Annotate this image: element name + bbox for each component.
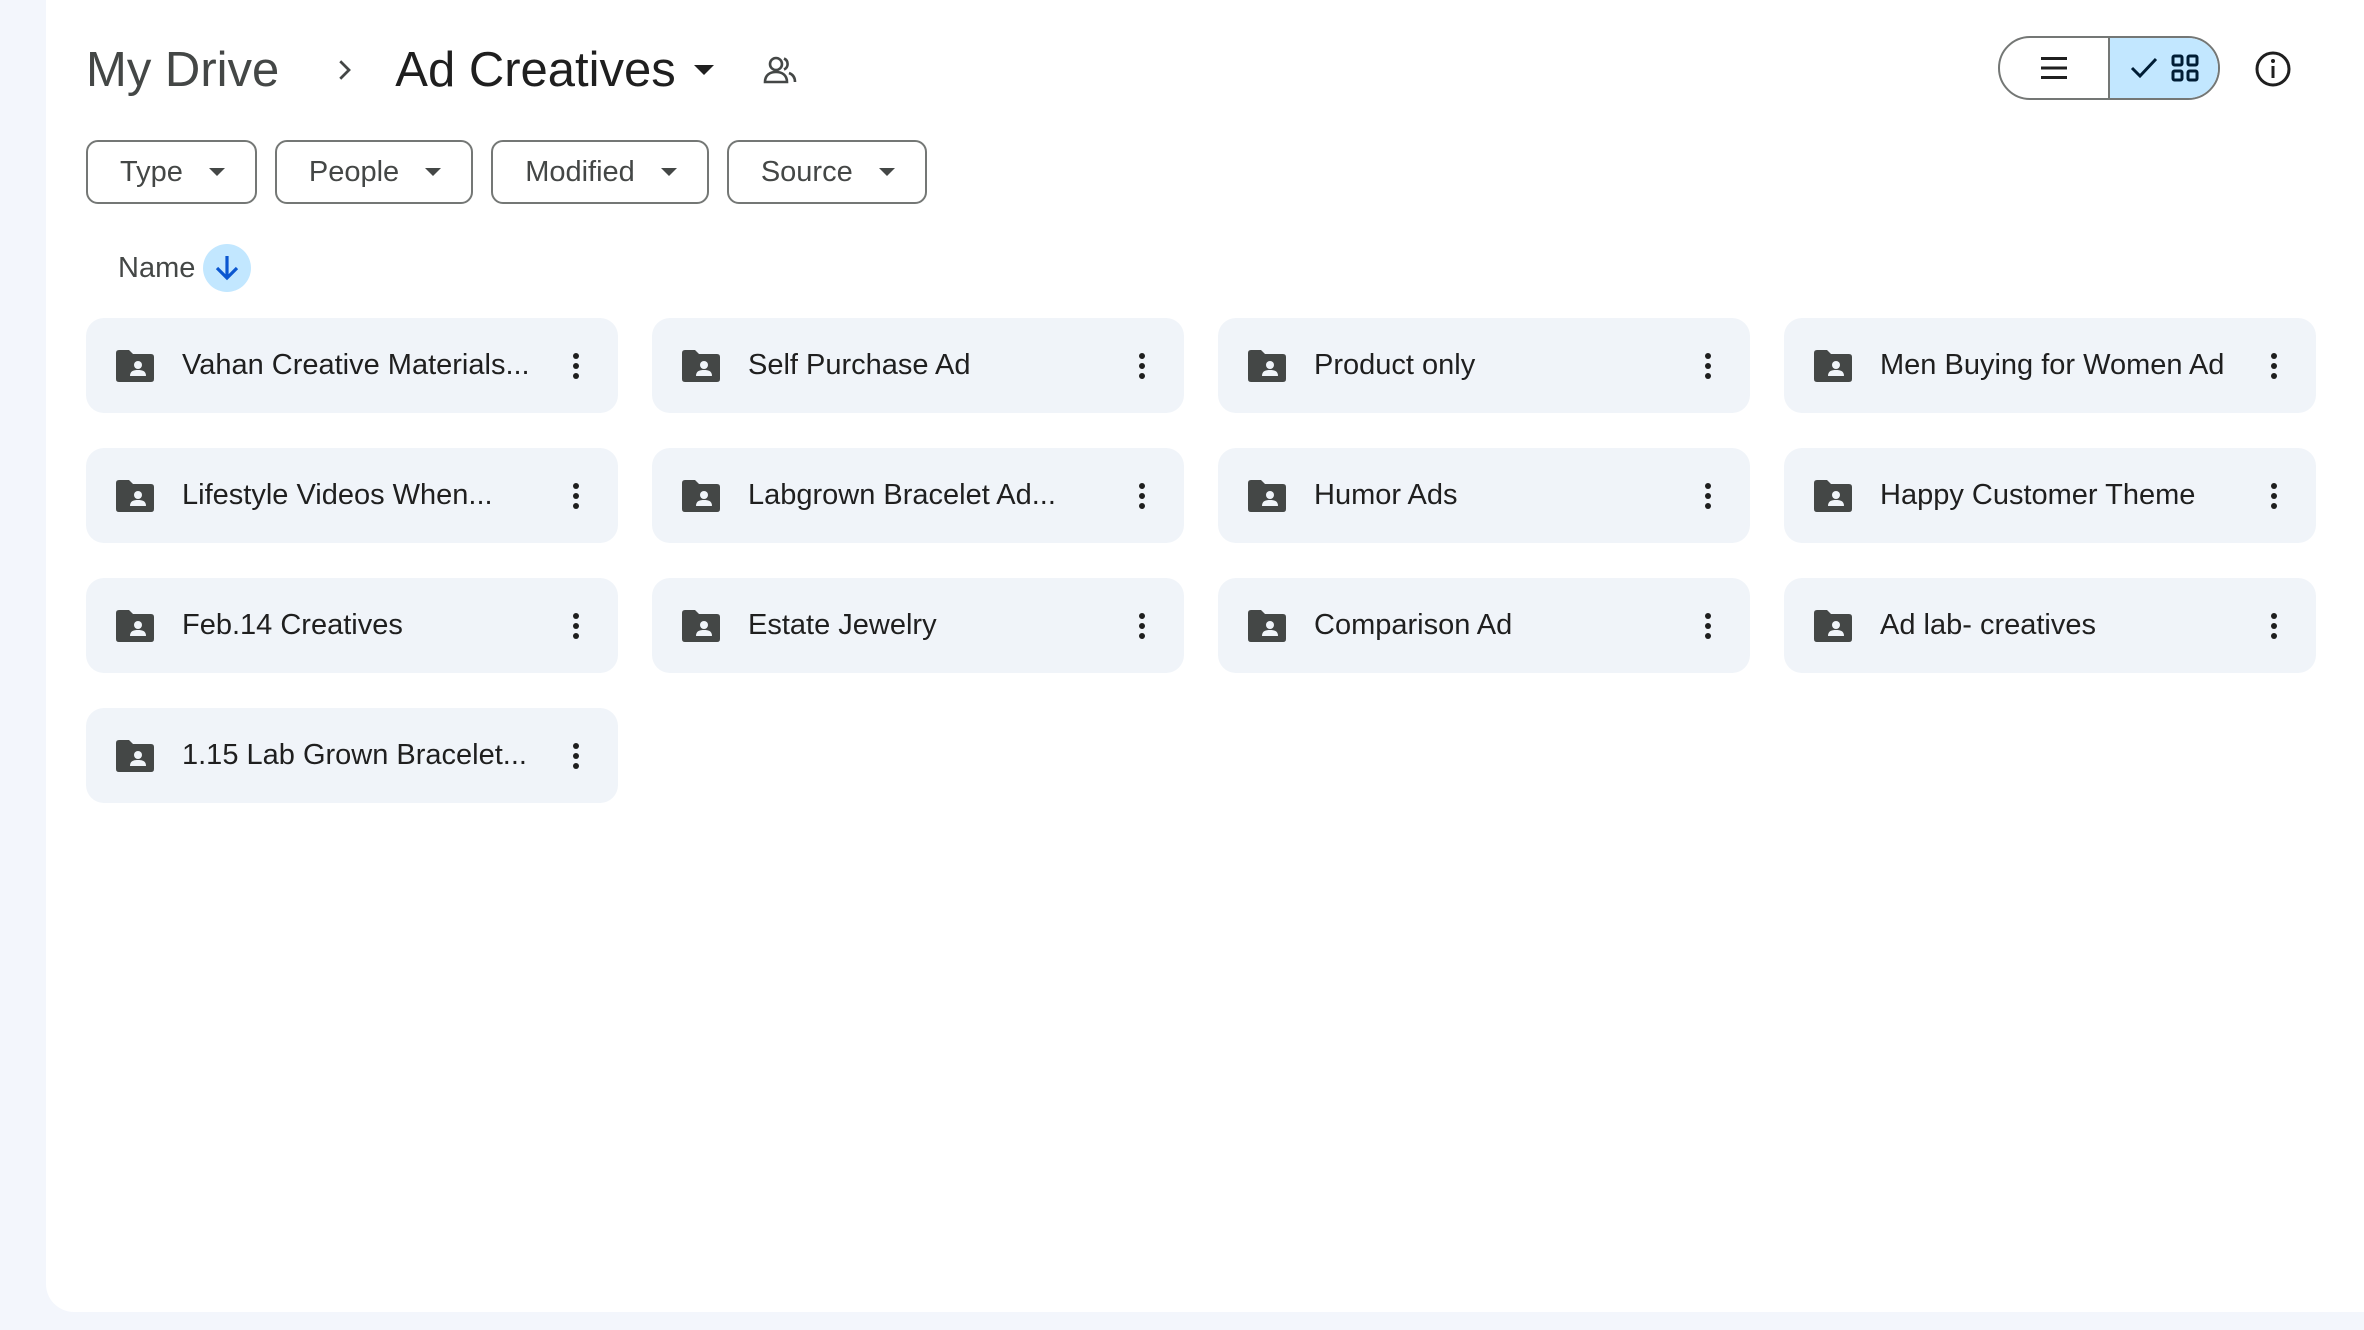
shared-folder-icon: [1248, 479, 1286, 512]
folder-card[interactable]: Self Purchase Ad: [652, 318, 1184, 413]
folder-name: Humor Ads: [1314, 479, 1458, 511]
more-vert-icon[interactable]: [556, 346, 596, 386]
folder-name: Vahan Creative Materials...: [182, 349, 530, 381]
shared-folder-icon: [1814, 479, 1852, 512]
folder-name: Lifestyle Videos When...: [182, 479, 493, 511]
sort-by-name[interactable]: Name: [118, 252, 195, 285]
folder-card[interactable]: Estate Jewelry: [652, 578, 1184, 673]
filter-type-label: Type: [120, 155, 183, 188]
folder-name: Men Buying for Women Ad: [1880, 349, 2225, 381]
more-vert-icon[interactable]: [1122, 346, 1162, 386]
shared-folder-icon: [116, 349, 154, 382]
folder-card[interactable]: Labgrown Bracelet Ad...: [652, 448, 1184, 543]
more-vert-icon[interactable]: [1688, 606, 1728, 646]
filter-source[interactable]: Source: [726, 140, 927, 204]
more-vert-icon[interactable]: [2254, 346, 2294, 386]
chevron-right-icon: [319, 45, 369, 95]
shared-folder-icon: [682, 609, 720, 642]
folder-name: Labgrown Bracelet Ad...: [748, 479, 1056, 511]
more-vert-icon[interactable]: [1122, 476, 1162, 516]
shared-folder-icon: [1248, 349, 1286, 382]
more-vert-icon[interactable]: [2254, 606, 2294, 646]
folder-name: Estate Jewelry: [748, 609, 937, 641]
folder-card[interactable]: Men Buying for Women Ad: [1784, 318, 2316, 413]
folder-card[interactable]: Product only: [1218, 318, 1750, 413]
folder-card[interactable]: 1.15 Lab Grown Bracelet...: [86, 708, 618, 803]
shared-folder-icon: [682, 349, 720, 382]
sort-direction-button[interactable]: [203, 244, 252, 292]
breadcrumb-my-drive[interactable]: My Drive: [86, 42, 287, 98]
breadcrumb-current-folder[interactable]: Ad Creatives: [395, 42, 714, 98]
filter-modified[interactable]: Modified: [491, 140, 709, 204]
filter-chips: Type People Modified Source: [86, 140, 927, 204]
caret-down-icon: [878, 168, 895, 176]
grid-view-button[interactable]: [2108, 38, 2218, 98]
folder-name: Product only: [1314, 349, 1476, 381]
shared-folder-icon: [1814, 609, 1852, 642]
arrow-down-icon: [216, 256, 239, 281]
folder-card[interactable]: Vahan Creative Materials...: [86, 318, 618, 413]
more-vert-icon[interactable]: [2254, 476, 2294, 516]
grid-icon: [2171, 54, 2199, 82]
filter-modified-label: Modified: [525, 155, 635, 188]
filter-type[interactable]: Type: [86, 140, 257, 204]
view-toggle: [1998, 36, 2220, 100]
filter-people[interactable]: People: [274, 140, 474, 204]
folder-name: Ad lab- creatives: [1880, 609, 2096, 641]
folder-card[interactable]: Ad lab- creatives: [1784, 578, 2316, 673]
folder-card[interactable]: Humor Ads: [1218, 448, 1750, 543]
more-vert-icon[interactable]: [1688, 346, 1728, 386]
check-icon: [2130, 57, 2158, 79]
shared-folder-icon: [682, 479, 720, 512]
more-vert-icon[interactable]: [556, 736, 596, 776]
more-vert-icon[interactable]: [1122, 606, 1162, 646]
more-vert-icon[interactable]: [556, 606, 596, 646]
folder-name: Self Purchase Ad: [748, 349, 971, 381]
main-panel: My Drive Ad Creatives Type People Modifi…: [46, 0, 2364, 1312]
folder-card[interactable]: Lifestyle Videos When...: [86, 448, 618, 543]
shared-folder-icon: [116, 739, 154, 772]
folder-card[interactable]: Comparison Ad: [1218, 578, 1750, 673]
more-vert-icon[interactable]: [1688, 476, 1728, 516]
list-view-button[interactable]: [2000, 38, 2108, 98]
caret-down-icon: [208, 168, 225, 176]
shared-folder-icon: [1248, 609, 1286, 642]
info-icon[interactable]: [2246, 42, 2300, 96]
current-folder-title: Ad Creatives: [395, 43, 676, 97]
caret-down-icon: [425, 168, 442, 176]
sort-header: Name: [118, 244, 252, 292]
filter-source-label: Source: [760, 155, 853, 188]
folder-name: Comparison Ad: [1314, 609, 1513, 641]
more-vert-icon[interactable]: [556, 476, 596, 516]
shared-folder-icon: [116, 609, 154, 642]
filter-people-label: People: [308, 155, 400, 188]
folder-grid: Vahan Creative Materials... Self Purchas…: [86, 318, 2316, 803]
shared-folder-icon: [1814, 349, 1852, 382]
shared-folder-icon: [116, 479, 154, 512]
folder-name: Feb.14 Creatives: [182, 609, 403, 641]
caret-down-icon: [660, 168, 677, 176]
folder-card[interactable]: Feb.14 Creatives: [86, 578, 618, 673]
caret-down-icon: [693, 65, 714, 75]
breadcrumb: My Drive Ad Creatives: [86, 28, 800, 112]
folder-name: Happy Customer Theme: [1880, 479, 2196, 511]
folder-name: 1.15 Lab Grown Bracelet...: [182, 739, 527, 771]
list-icon: [2041, 57, 2067, 79]
people-icon[interactable]: [760, 50, 800, 90]
folder-card[interactable]: Happy Customer Theme: [1784, 448, 2316, 543]
